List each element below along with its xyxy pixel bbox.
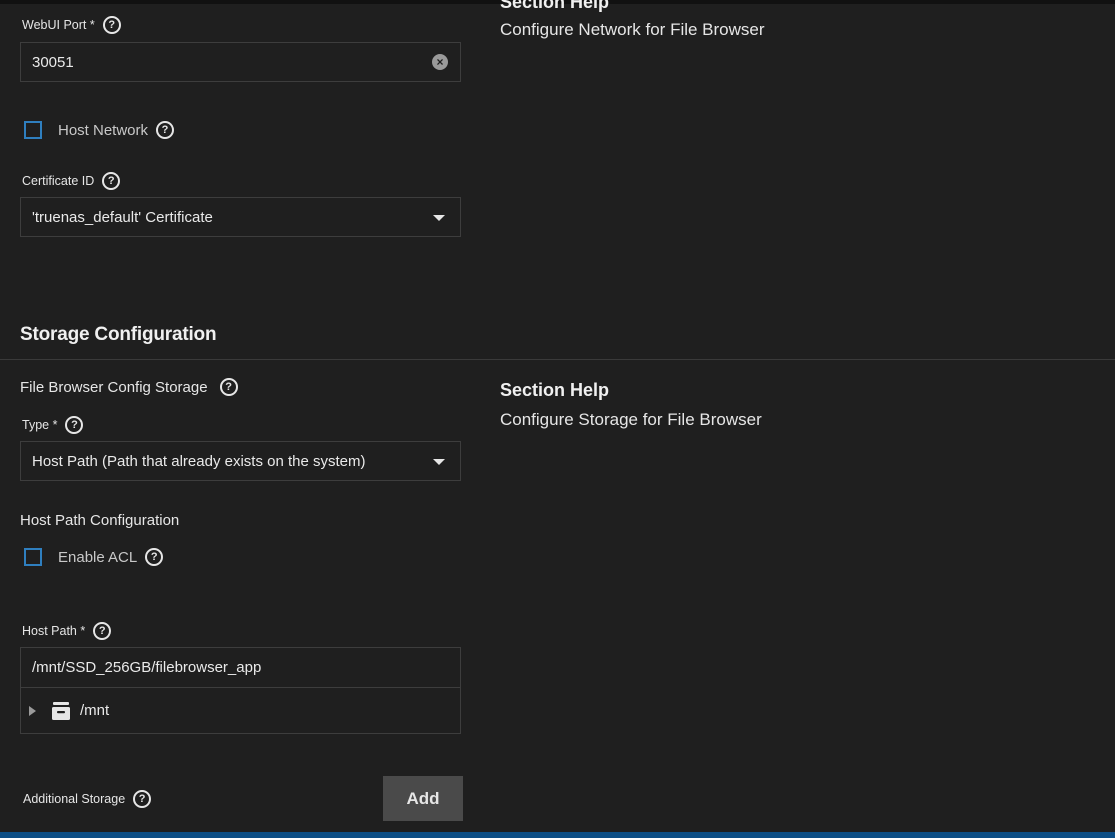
certificate-label: Certificate ID ? (22, 172, 121, 190)
webui-port-value: 30051 (32, 53, 74, 71)
help-icon[interactable]: ? (219, 378, 238, 396)
host-path-config-label: Host Path Configuration (20, 512, 180, 529)
storage-section-title: Storage Configuration (20, 324, 217, 345)
enable-acl-checkbox-row[interactable]: Enable ACL ? (24, 548, 164, 566)
config-storage-label: File Browser Config Storage ? (20, 378, 238, 396)
file-tree: /mnt (20, 688, 461, 734)
type-value: Host Path (Path that already exists on t… (32, 452, 366, 470)
host-path-label: Host Path * ? (22, 622, 112, 640)
type-label-text: Type * (22, 418, 58, 432)
certificate-select[interactable]: 'truenas_default' Certificate (20, 197, 461, 237)
host-network-checkbox-row[interactable]: Host Network ? (24, 121, 175, 139)
webui-port-label: WebUI Port * ? (22, 16, 121, 34)
bottom-bar (0, 832, 1115, 838)
tree-node-label[interactable]: /mnt (80, 702, 109, 719)
storage-help-text: Configure Storage for File Browser (500, 410, 762, 429)
add-storage-button[interactable]: Add (383, 776, 463, 821)
host-path-input[interactable]: /mnt/SSD_256GB/filebrowser_app (20, 647, 461, 688)
storage-help-title: Section Help (500, 380, 610, 400)
help-icon[interactable]: ? (102, 172, 121, 190)
section-divider (0, 359, 1115, 360)
help-icon[interactable]: ? (133, 790, 152, 808)
help-icon[interactable]: ? (65, 416, 84, 434)
host-network-label: Host Network (58, 121, 149, 139)
host-path-label-text: Host Path * (22, 624, 86, 638)
enable-acl-checkbox[interactable] (24, 548, 42, 566)
chevron-down-icon (433, 215, 445, 221)
host-path-value: /mnt/SSD_256GB/filebrowser_app (32, 659, 262, 676)
webui-port-label-text: WebUI Port * (22, 18, 95, 32)
host-network-checkbox[interactable] (24, 121, 42, 139)
help-icon[interactable]: ? (145, 548, 164, 566)
help-icon[interactable]: ? (93, 622, 112, 640)
dataset-icon (52, 701, 70, 720)
help-icon[interactable]: ? (102, 16, 121, 34)
enable-acl-label: Enable ACL (58, 548, 138, 566)
network-help-title: Section Help (500, 0, 610, 12)
config-storage-label-text: File Browser Config Storage (20, 378, 208, 396)
type-label: Type * ? (22, 416, 84, 434)
certificate-value: 'truenas_default' Certificate (32, 208, 213, 226)
certificate-label-text: Certificate ID (22, 174, 95, 188)
expand-arrow-icon[interactable] (29, 705, 36, 716)
type-select[interactable]: Host Path (Path that already exists on t… (20, 441, 461, 481)
chevron-down-icon (433, 459, 445, 465)
additional-storage-label-text: Additional Storage (23, 792, 126, 806)
clear-icon[interactable]: × (432, 54, 448, 70)
help-icon[interactable]: ? (156, 121, 175, 139)
additional-storage-label: Additional Storage ? (23, 790, 152, 808)
webui-port-input[interactable]: 30051 × (20, 42, 461, 82)
network-help-text: Configure Network for File Browser (500, 20, 765, 39)
